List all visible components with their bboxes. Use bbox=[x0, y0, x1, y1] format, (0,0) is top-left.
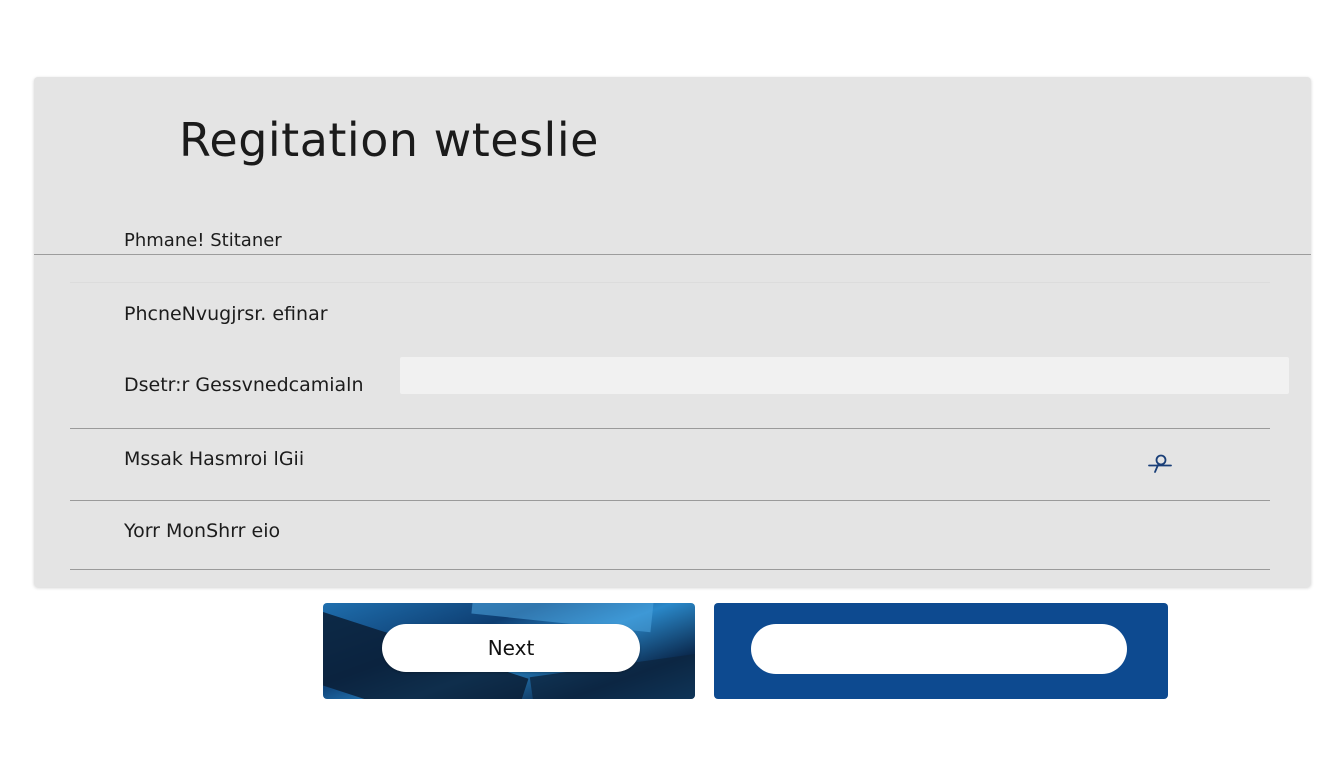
field-divider bbox=[70, 428, 1270, 429]
registration-page: Regitation wteslie Phmane! Stitaner Phcn… bbox=[0, 0, 1344, 768]
field-divider bbox=[70, 569, 1270, 570]
page-title: Regitation wteslie bbox=[179, 113, 599, 167]
registration-form-card: Regitation wteslie Phmane! Stitaner Phcn… bbox=[34, 77, 1311, 587]
secondary-button-label bbox=[751, 624, 1127, 674]
description-input[interactable] bbox=[400, 357, 1289, 394]
key-icon[interactable] bbox=[1147, 452, 1173, 476]
field-divider bbox=[70, 282, 1270, 283]
secondary-button[interactable] bbox=[714, 603, 1168, 699]
header-divider bbox=[34, 254, 1311, 255]
your-month-field-label: Yorr MonShrr eio bbox=[124, 520, 281, 542]
password-field-label: Mssak Hasmroi lGii bbox=[124, 448, 305, 470]
phone-field-label: Phmane! Stitaner bbox=[124, 230, 282, 251]
field-divider bbox=[70, 500, 1270, 501]
next-button[interactable]: Next bbox=[323, 603, 695, 699]
phone-number-field-label: PhcneNvugjrsr. efinar bbox=[124, 303, 328, 325]
next-button-label: Next bbox=[382, 624, 640, 672]
description-field-label: Dsetr:r Gessvnedcamialn bbox=[124, 374, 364, 396]
